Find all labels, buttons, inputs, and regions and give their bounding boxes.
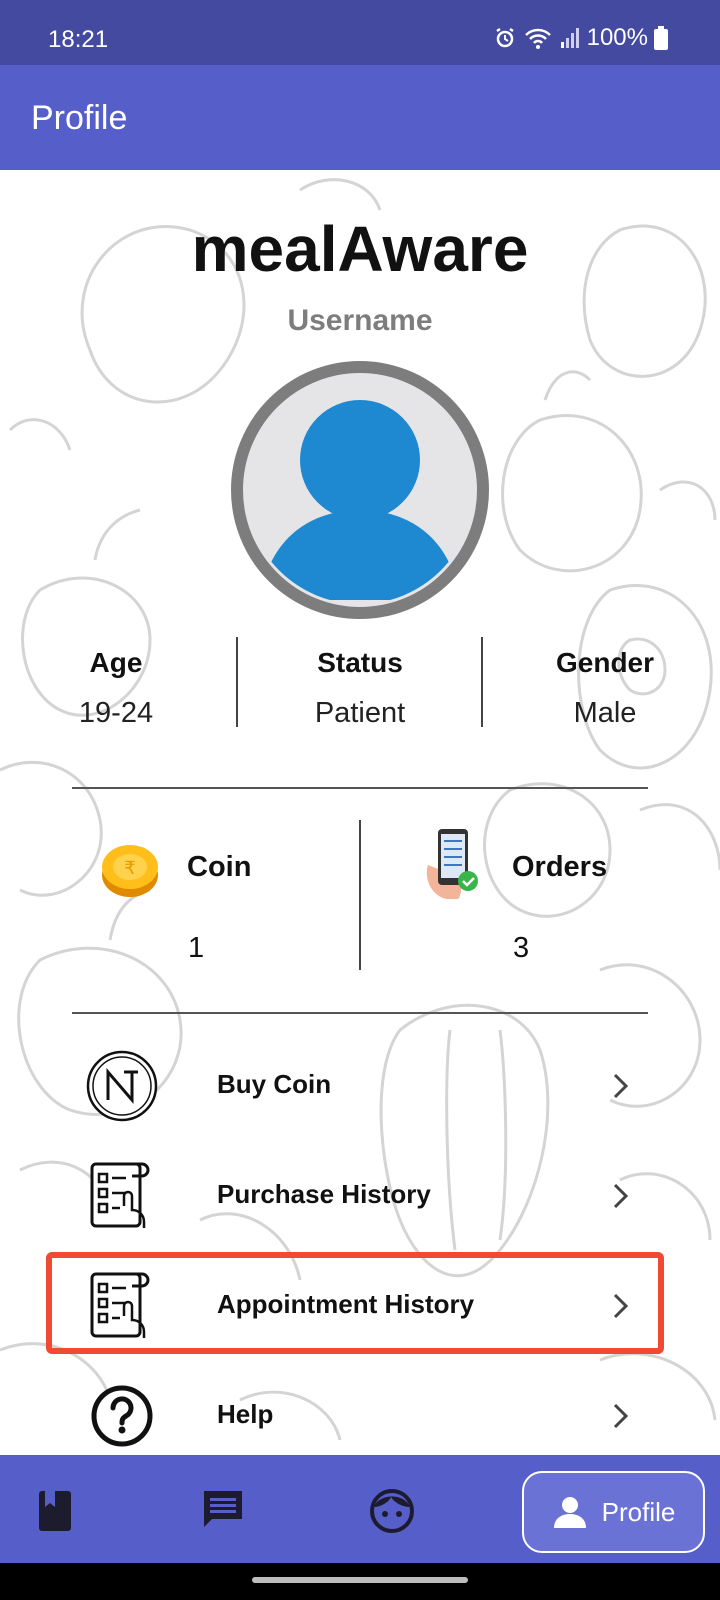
app-bar: Profile xyxy=(0,65,720,170)
section-divider xyxy=(72,1012,648,1014)
alarm-icon xyxy=(495,27,514,48)
battery-icon xyxy=(654,26,668,50)
chat-icon[interactable] xyxy=(198,1485,248,1535)
face-icon[interactable] xyxy=(367,1485,417,1535)
section-divider xyxy=(72,787,648,789)
username: Username xyxy=(287,304,433,337)
coin-label: Coin xyxy=(187,851,252,883)
gesture-bar xyxy=(0,1563,720,1600)
menu-item-help[interactable]: Help xyxy=(72,1366,648,1455)
highlight-box xyxy=(46,1252,664,1354)
stats-divider xyxy=(481,637,483,727)
age-label: Age xyxy=(89,647,143,678)
orders-label: Orders xyxy=(512,851,608,883)
status-value: Patient xyxy=(314,697,406,729)
coin-value: 1 xyxy=(188,932,205,964)
orders-value: 3 xyxy=(513,932,530,964)
status-time: 18:21 xyxy=(48,26,109,53)
orders-icon xyxy=(426,829,478,899)
checklist-icon xyxy=(90,1162,150,1228)
chevron-right-icon xyxy=(613,1403,629,1429)
book-icon[interactable] xyxy=(30,1485,80,1535)
person-icon xyxy=(553,1497,586,1528)
menu-item-label: Help xyxy=(217,1399,274,1429)
metrics-divider xyxy=(359,820,361,970)
chevron-right-icon xyxy=(613,1073,629,1099)
age-value: 19-24 xyxy=(78,697,154,729)
chevron-right-icon xyxy=(613,1183,629,1209)
menu-item-buy-coin[interactable]: Buy Coin xyxy=(72,1036,648,1136)
status-label: Status xyxy=(317,647,403,678)
gender-value: Male xyxy=(573,697,637,729)
svg-text:₹: ₹ xyxy=(124,858,135,879)
status-icons: 100% xyxy=(493,24,668,52)
app-name: mealAware xyxy=(191,213,529,285)
home-gesture-pill[interactable] xyxy=(252,1577,468,1583)
coin-icon: ₹ xyxy=(102,845,158,897)
menu-item-purchase-history[interactable]: Purchase History xyxy=(72,1146,648,1246)
wifi-icon xyxy=(524,28,551,49)
nav-profile-button[interactable]: Profile xyxy=(522,1471,705,1553)
stats-divider xyxy=(236,637,238,727)
battery-percent: 100% xyxy=(586,24,648,51)
status-bar: 18:21 100% xyxy=(0,0,720,65)
menu-item-label: Purchase History xyxy=(217,1179,431,1209)
nav-profile-label: Profile xyxy=(601,1496,676,1527)
page-title: Profile xyxy=(31,99,128,137)
avatar[interactable] xyxy=(230,360,490,620)
menu-item-label: Buy Coin xyxy=(217,1069,332,1099)
help-icon xyxy=(91,1385,153,1447)
gender-label: Gender xyxy=(555,647,655,678)
brand-n-icon xyxy=(86,1050,158,1122)
signal-icon xyxy=(560,28,579,48)
bottom-navigation: Profile xyxy=(0,1455,720,1563)
profile-content[interactable]: mealAware Username Age 19-24 Status Pati… xyxy=(0,170,720,1455)
